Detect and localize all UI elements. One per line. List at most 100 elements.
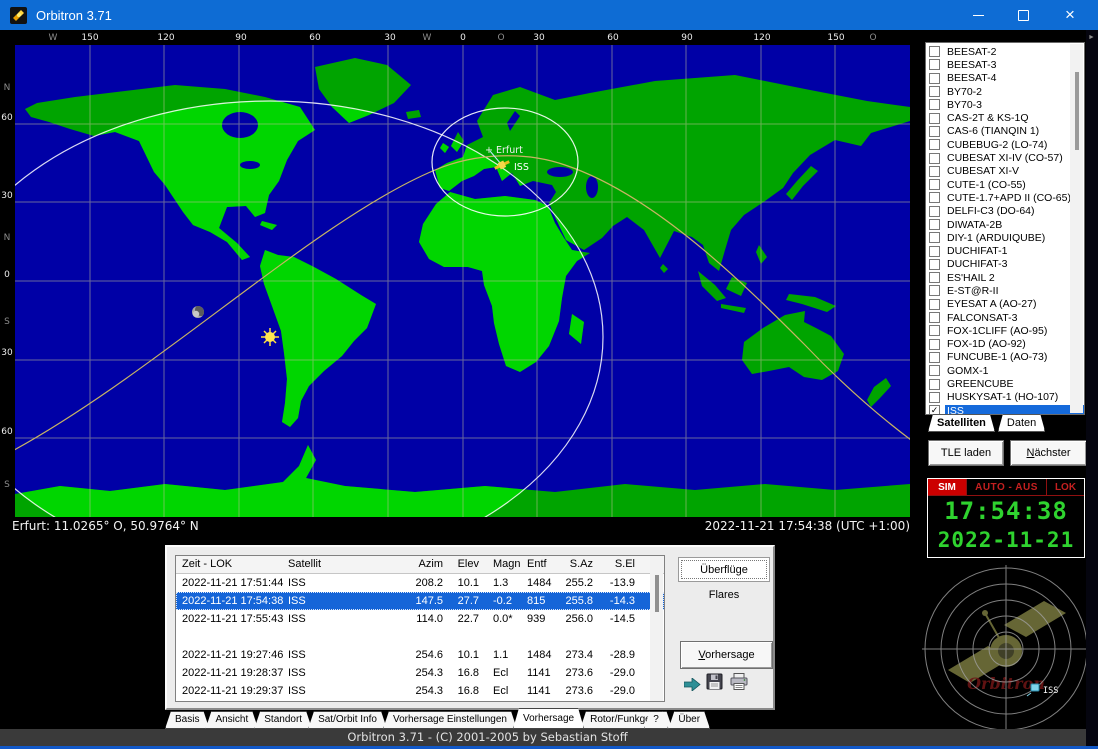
lok-mode-label[interactable]: LOK — [1047, 479, 1084, 495]
tab-über[interactable]: Über — [668, 711, 710, 729]
satellite-list-item[interactable]: FOX-1D (AO-92) — [926, 338, 1084, 351]
satellite-checkbox[interactable] — [929, 379, 940, 390]
satellite-list-item[interactable]: BEESAT-2 — [926, 45, 1084, 58]
prediction-row[interactable]: 2022-11-21 17:51:44ISS208.210.11.3148425… — [176, 574, 664, 592]
print-icon[interactable] — [730, 673, 749, 690]
satellite-list-item[interactable]: CUTE-1.7+APD II (CO-65) — [926, 191, 1084, 204]
satellite-checkbox[interactable] — [929, 59, 940, 70]
satellite-list[interactable]: BEESAT-2BEESAT-3BEESAT-4BY70-2BY70-3CAS-… — [925, 42, 1085, 415]
satellite-list-item[interactable]: E-ST@R-II — [926, 284, 1084, 297]
satellite-list-item[interactable]: DUCHIFAT-1 — [926, 244, 1084, 257]
satellite-checkbox[interactable] — [929, 299, 940, 310]
satellite-checkbox[interactable] — [929, 339, 940, 350]
column-header[interactable]: Satellit — [288, 556, 321, 573]
tab-vorhersage[interactable]: Vorhersage — [513, 708, 584, 729]
satellite-list-item[interactable]: EYESAT A (AO-27) — [926, 298, 1084, 311]
satellite-list-item[interactable]: CUBEBUG-2 (LO-74) — [926, 138, 1084, 151]
satellite-list-item[interactable]: BEESAT-3 — [926, 58, 1084, 71]
satellite-checkbox[interactable] — [929, 312, 940, 323]
tab-vorhersage-einstellungen[interactable]: Vorhersage Einstellungen — [383, 711, 517, 729]
satellite-checkbox[interactable] — [929, 46, 940, 57]
satellite-checkbox[interactable] — [929, 352, 940, 363]
satellite-checkbox[interactable] — [929, 365, 940, 376]
satellite-list-item[interactable]: DIWATA-2B — [926, 218, 1084, 231]
save-icon[interactable] — [706, 673, 723, 690]
prediction-row[interactable]: 2022-11-21 19:27:46ISS254.610.11.1148427… — [176, 646, 664, 664]
column-header[interactable]: S.El — [596, 556, 635, 573]
prediction-row[interactable] — [176, 628, 664, 646]
satellite-list-item[interactable]: CAS-2T & KS-1Q — [926, 111, 1084, 124]
close-button[interactable]: × — [1050, 0, 1090, 30]
satellite-checkbox[interactable] — [929, 99, 940, 110]
satellite-list-item[interactable]: ES'HAIL 2 — [926, 271, 1084, 284]
minimize-button[interactable] — [958, 0, 998, 30]
tab-basis[interactable]: Basis — [165, 711, 209, 729]
column-header[interactable]: Entf — [527, 556, 547, 573]
satellite-list-item[interactable]: CUBESAT XI-V — [926, 165, 1084, 178]
satellite-list-item[interactable]: BY70-2 — [926, 85, 1084, 98]
satellite-checkbox[interactable] — [929, 113, 940, 124]
satellite-checkbox[interactable] — [929, 285, 940, 296]
satellite-checkbox[interactable] — [929, 166, 940, 177]
column-header[interactable]: Azim — [389, 556, 443, 573]
satellite-checkbox[interactable] — [929, 86, 940, 97]
satellite-list-item[interactable]: BY70-3 — [926, 98, 1084, 111]
passes-option-toggle[interactable]: Überflüge — [678, 557, 770, 582]
satellite-list-item[interactable]: FALCONSAT-3 — [926, 311, 1084, 324]
satellite-checkbox[interactable] — [929, 232, 940, 243]
satellite-list-item[interactable]: DUCHIFAT-3 — [926, 258, 1084, 271]
satellite-list-item[interactable]: CUTE-1 (CO-55) — [926, 178, 1084, 191]
satellite-checkbox[interactable] — [929, 272, 940, 283]
satellite-checkbox[interactable] — [929, 392, 940, 403]
tab-ansicht[interactable]: Ansicht — [205, 711, 258, 729]
satellite-checkbox[interactable] — [929, 153, 940, 164]
satellite-list-item[interactable]: GOMX-1 — [926, 364, 1084, 377]
world-map[interactable]: + Erfurt ISS — [15, 45, 910, 517]
prediction-row[interactable]: 2022-11-21 17:55:43ISS114.022.70.0*93925… — [176, 610, 664, 628]
load-tle-button[interactable]: TLE laden — [928, 440, 1004, 466]
satellite-checkbox[interactable] — [929, 259, 940, 270]
go-arrow-icon[interactable] — [684, 678, 701, 691]
satellite-checkbox[interactable] — [929, 139, 940, 150]
tab-sat-orbit-info[interactable]: Sat/Orbit Info — [308, 711, 387, 729]
satellite-checkbox[interactable] — [929, 126, 940, 137]
auto-mode-label[interactable]: AUTO - AUS — [967, 479, 1047, 495]
satellite-checkbox[interactable] — [929, 73, 940, 84]
prediction-table-scrollbar-thumb[interactable] — [655, 575, 659, 612]
sim-mode-badge[interactable]: SIM — [928, 479, 967, 495]
prediction-row[interactable]: 2022-11-21 19:28:37ISS254.316.8Ecl114127… — [176, 664, 664, 682]
satellite-list-item[interactable]: FOX-1CLIFF (AO-95) — [926, 324, 1084, 337]
satellite-checkbox[interactable] — [929, 325, 940, 336]
panel-collapse-arrow[interactable]: ► — [1088, 34, 1095, 41]
satellite-list-item[interactable]: CAS-6 (TIANQIN 1) — [926, 125, 1084, 138]
flares-option[interactable]: Flares — [678, 589, 770, 601]
satellite-checkbox[interactable] — [929, 179, 940, 190]
prediction-row[interactable]: 2022-11-21 17:54:38ISS147.527.7-0.281525… — [176, 592, 664, 610]
column-header[interactable]: Elev — [446, 556, 479, 573]
satellite-list-item[interactable]: DIY-1 (ARDUIQUBE) — [926, 231, 1084, 244]
column-header[interactable]: Zeit - LOK — [182, 556, 232, 573]
satellite-list-item[interactable]: BEESAT-4 — [926, 72, 1084, 85]
satellite-checkbox[interactable] — [929, 192, 940, 203]
maximize-button[interactable] — [1003, 0, 1043, 30]
satellite-list-item[interactable]: CUBESAT XI-IV (CO-57) — [926, 151, 1084, 164]
satellite-checkbox[interactable] — [929, 219, 940, 230]
satellite-checkbox[interactable] — [929, 246, 940, 257]
column-header[interactable]: Magn — [493, 556, 521, 573]
longitude-label: 0 — [460, 33, 466, 43]
satellite-panel-tab-satelliten[interactable]: Satelliten — [928, 414, 995, 432]
satellite-panel-tab-daten[interactable]: Daten — [998, 414, 1045, 432]
next-pass-button[interactable]: Nächster — [1010, 440, 1087, 466]
forecast-button[interactable]: Vorhersage — [680, 641, 773, 669]
satellite-list-item[interactable]: HUSKYSAT-1 (HO-107) — [926, 391, 1084, 404]
satellite-list-item[interactable]: FUNCUBE-1 (AO-73) — [926, 351, 1084, 364]
prediction-table-header[interactable]: Zeit - LOK Satellit AzimElev Magn Entf S.AzS.… — [176, 556, 664, 574]
satellite-list-item[interactable]: DELFI-C3 (DO-64) — [926, 205, 1084, 218]
column-header[interactable]: S.Az — [554, 556, 593, 573]
satellite-checkbox[interactable] — [929, 206, 940, 217]
tab-standort[interactable]: Standort — [254, 711, 312, 729]
satellite-list-scrollbar-thumb[interactable] — [1075, 72, 1079, 150]
satellite-list-item[interactable]: GREENCUBE — [926, 377, 1084, 390]
prediction-table[interactable]: Zeit - LOK Satellit AzimElev Magn Entf S.AzS.… — [175, 555, 665, 702]
prediction-row[interactable]: 2022-11-21 19:29:37ISS254.316.8Ecl114127… — [176, 682, 664, 700]
